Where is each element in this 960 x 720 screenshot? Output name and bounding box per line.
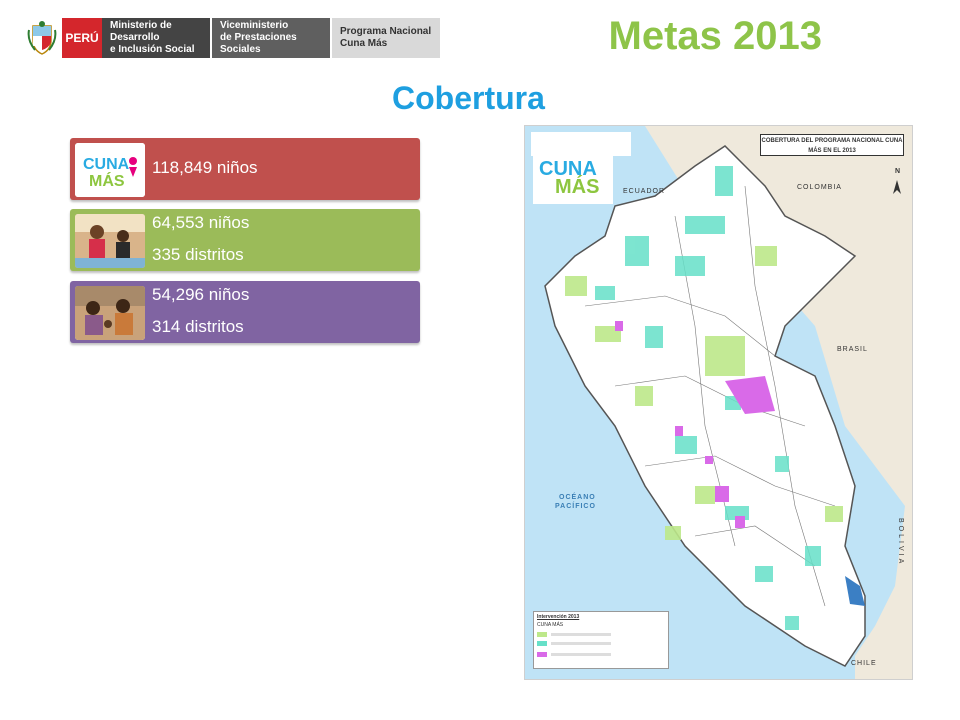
card-text: 118,849 niños	[152, 158, 258, 178]
children-photo-icon	[75, 214, 145, 268]
peru-map-graphic	[544, 126, 912, 679]
map-logo-line-2: MÁS	[555, 176, 600, 198]
label-ocean-line-2: PACÍFICO	[555, 503, 596, 510]
family-photo-icon	[75, 286, 145, 340]
coverage-card-daycare: 64,553 niños 335 distritos	[70, 209, 420, 271]
label-ocean-line-1: OCÉANO	[559, 494, 596, 501]
coverage-map: COBERTURA DEL PROGRAMA NACIONAL CUNA MÁS…	[524, 125, 913, 680]
vice-ministry-label: Viceministerio de Prestaciones Sociales	[210, 18, 330, 58]
map-legend: Intervención 2013 CUNA MÁS	[533, 611, 669, 669]
program-line-2: Cuna Más	[340, 38, 388, 49]
legend-row-2	[537, 641, 665, 646]
coverage-card-families: 54,296 niños 314 distritos	[70, 281, 420, 343]
ministry-line-1: Ministerio de Desarrollo	[110, 20, 172, 43]
card-district-count: 335 distritos	[152, 245, 244, 264]
legend-title: Intervención 2013	[537, 614, 580, 620]
card-children-count: 118,849 niños	[152, 158, 258, 177]
coverage-card-total: CUNA MÁS 118,849 niños	[70, 138, 420, 200]
label-bolivia: BOLIVIA	[897, 518, 904, 567]
card-text: 64,553 niños 335 distritos	[152, 213, 249, 265]
map-cuna-mas-logo-icon: CUNA MÁS	[533, 154, 613, 204]
north-label: N	[895, 168, 902, 175]
vice-ministry-line-2: de Prestaciones Sociales	[220, 32, 297, 55]
legend-row-1	[537, 632, 665, 637]
card-district-count: 314 distritos	[152, 317, 244, 336]
ministry-line-2: e Inclusión Social	[110, 44, 195, 55]
page-title: Metas 2013	[608, 14, 822, 58]
label-ecuador: ECUADOR	[623, 188, 666, 195]
svg-text:CUNA: CUNA	[83, 156, 130, 173]
peru-label: PERÚ	[62, 18, 102, 58]
government-header: PERÚ Ministerio de Desarrollo e Inclusió…	[26, 18, 440, 58]
legend-header: CUNA MÁS	[537, 622, 564, 628]
ministry-label: Ministerio de Desarrollo e Inclusión Soc…	[102, 18, 210, 58]
card-children-count: 64,553 niños	[152, 213, 250, 232]
vice-ministry-line-1: Viceministerio	[220, 20, 289, 31]
label-colombia: COLOMBIA	[797, 184, 842, 191]
card-children-count: 54,296 niños	[152, 285, 250, 304]
legend-row-3	[537, 652, 665, 657]
map-header-logos	[531, 132, 631, 156]
cuna-mas-logo-icon: CUNA MÁS	[75, 143, 145, 197]
coat-of-arms-icon	[26, 18, 58, 58]
program-line-1: Programa Nacional	[340, 26, 432, 37]
label-chile: CHILE	[851, 660, 877, 667]
svg-text:MÁS: MÁS	[89, 171, 125, 190]
program-label: Programa Nacional Cuna Más	[330, 18, 440, 58]
label-brasil: BRASIL	[837, 346, 868, 353]
page-subtitle: Cobertura	[392, 80, 545, 116]
card-text: 54,296 niños 314 distritos	[152, 285, 249, 337]
map-title: COBERTURA DEL PROGRAMA NACIONAL CUNA MÁS…	[760, 134, 904, 156]
